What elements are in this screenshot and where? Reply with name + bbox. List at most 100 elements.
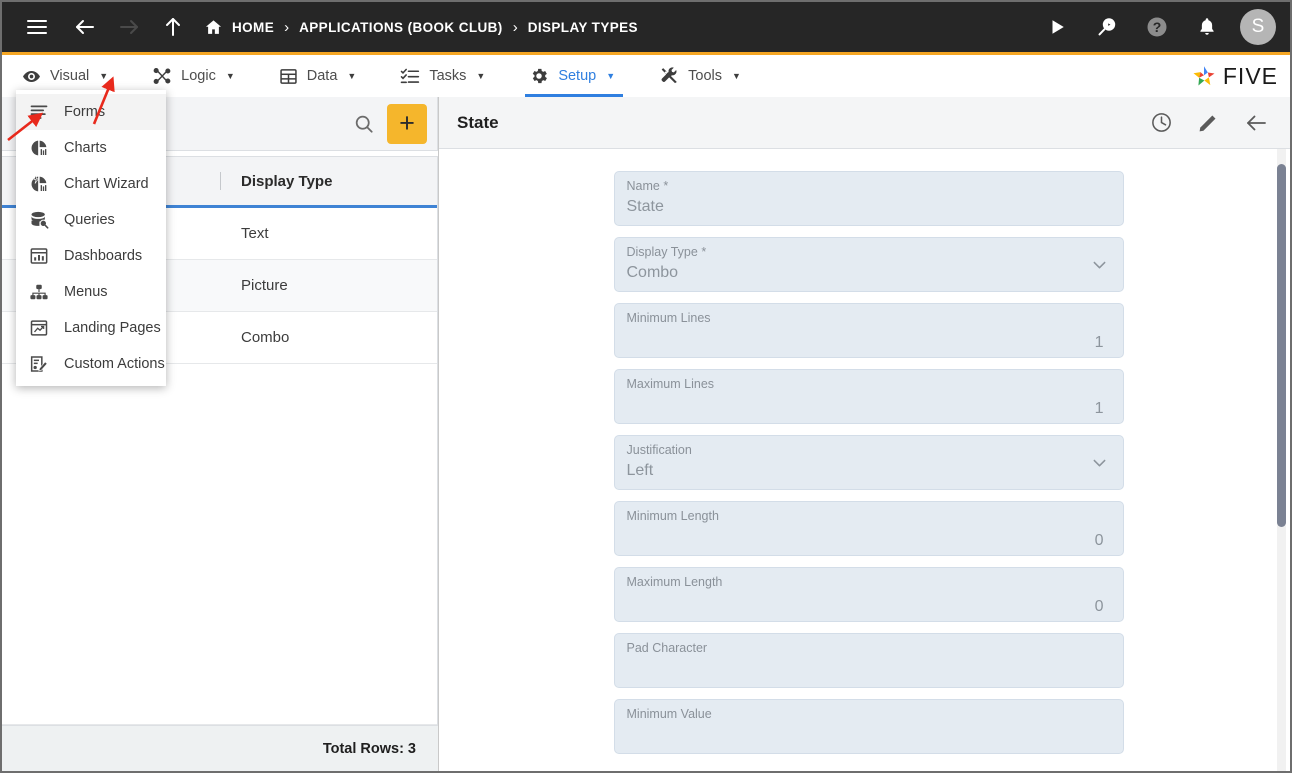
back-arrow-icon[interactable] [1244, 111, 1268, 135]
visual-dropdown-menu: Forms Charts Chart Wizard Queries Dashbo [16, 90, 166, 386]
grid-empty-area [2, 364, 437, 725]
field-name[interactable]: Name * State [613, 171, 1124, 226]
history-icon[interactable] [1150, 111, 1173, 134]
application-menu-bar: Visual ▼ Logic ▼ Data ▼ Tasks ▼ Setup ▼ … [2, 52, 1290, 97]
chevron-down-icon-display-type[interactable] [1090, 255, 1109, 279]
search-play-icon[interactable] [1090, 10, 1124, 44]
field-label-maximum-length: Maximum Length [626, 575, 723, 589]
breadcrumb-item-applications[interactable]: APPLICATIONS (BOOK CLUB) [299, 20, 503, 35]
menu-item-label-data: Data [306, 68, 338, 84]
field-pad-character[interactable]: Pad Character [613, 633, 1124, 688]
menu-item-setup[interactable]: Setup ▼ [525, 55, 633, 97]
dropdown-label-queries: Queries [64, 212, 115, 228]
field-value-name: State [626, 197, 664, 215]
record-detail-panel: State Name * State Display Type * Combo … [439, 97, 1290, 771]
field-value-maximum-lines: 1 [1094, 399, 1104, 417]
field-display-type[interactable]: Display Type * Combo [613, 237, 1124, 292]
field-label-minimum-lines: Minimum Lines [626, 311, 711, 325]
field-label-minimum-value: Minimum Value [626, 707, 712, 721]
breadcrumb-label-display-types: DISPLAY TYPES [527, 19, 638, 35]
total-rows-label: Total Rows: 3 [322, 740, 416, 757]
grid-header-col-display-type[interactable]: Display Type [221, 157, 437, 205]
dropdown-item-forms[interactable]: Forms [16, 94, 166, 130]
grid-footer: Total Rows: 3 [2, 725, 438, 771]
main-content-area: + Display Type Text Picture Combo Total … [2, 97, 1290, 771]
field-value-maximum-length: 0 [1094, 597, 1104, 615]
field-label-pad-character: Pad Character [626, 641, 708, 655]
form-scrollbar-track[interactable] [1277, 149, 1286, 771]
dropdown-item-chart-wizard[interactable]: Chart Wizard [16, 166, 166, 202]
field-maximum-length[interactable]: Maximum Length 0 [613, 567, 1124, 622]
breadcrumb-separator: › [284, 18, 290, 36]
record-header-actions [1150, 111, 1268, 135]
chevron-down-icon-justification[interactable] [1090, 453, 1109, 477]
field-value-minimum-lines: 1 [1094, 333, 1104, 351]
app-window: HOME › APPLICATIONS (BOOK CLUB) › DISPLA… [0, 0, 1292, 773]
menu-item-label-visual: Visual [50, 68, 90, 84]
back-arrow-icon[interactable] [68, 10, 102, 44]
dropdown-label-dashboards: Dashboards [64, 248, 143, 264]
table-cell-display-type: Combo [241, 329, 290, 346]
field-label-name: Name * [626, 179, 669, 193]
dropdown-item-queries[interactable]: Queries [16, 202, 166, 238]
field-justification[interactable]: Justification Left [613, 435, 1124, 490]
chevron-down-icon-tasks: ▼ [476, 71, 486, 81]
menu-item-label-tasks: Tasks [429, 68, 467, 84]
chevron-down-icon-visual: ▼ [99, 71, 109, 81]
pie-chart-icon [28, 137, 50, 159]
table-cell-display-type: Picture [241, 277, 288, 294]
top-bar-actions: ? S [1040, 9, 1276, 45]
dropdown-label-chart-wizard: Chart Wizard [64, 176, 149, 192]
chevron-down-icon-setup: ▼ [606, 71, 616, 81]
breadcrumb-label-home: HOME [232, 19, 275, 35]
forward-arrow-icon[interactable] [112, 10, 146, 44]
dropdown-item-landing-pages[interactable]: Landing Pages [16, 310, 166, 346]
dropdown-item-dashboards[interactable]: Dashboards [16, 238, 166, 274]
search-icon[interactable] [353, 113, 375, 135]
edit-pencil-icon[interactable] [1197, 111, 1220, 134]
dashboard-icon [28, 245, 50, 267]
breadcrumb-separator-2: › [512, 18, 518, 36]
field-minimum-value[interactable]: Minimum Value [613, 699, 1124, 754]
form-scrollbar-thumb[interactable] [1277, 164, 1286, 527]
breadcrumb-item-display-types[interactable]: DISPLAY TYPES [528, 20, 638, 35]
breadcrumb-item-home[interactable]: HOME [204, 18, 274, 37]
table-cell-display-type: Text [241, 225, 269, 242]
up-arrow-icon[interactable] [156, 10, 190, 44]
tasks-checklist-icon [400, 66, 420, 86]
five-logo-mark [1190, 62, 1218, 90]
tools-wrench-icon [659, 66, 679, 86]
field-minimum-lines[interactable]: Minimum Lines 1 [613, 303, 1124, 358]
dropdown-item-charts[interactable]: Charts [16, 130, 166, 166]
dropdown-label-menus: Menus [64, 284, 108, 300]
home-icon [204, 18, 223, 37]
help-icon[interactable]: ? [1140, 10, 1174, 44]
dropdown-item-custom-actions[interactable]: Custom Actions [16, 346, 166, 382]
dropdown-item-menus[interactable]: Menus [16, 274, 166, 310]
menu-tree-icon [28, 281, 50, 303]
dropdown-label-forms: Forms [64, 104, 106, 120]
logic-nodes-icon [152, 66, 172, 86]
chart-wizard-icon [28, 173, 50, 195]
menu-item-tools[interactable]: Tools ▼ [655, 55, 759, 97]
field-value-minimum-length: 0 [1094, 531, 1104, 549]
bell-icon[interactable] [1190, 10, 1224, 44]
hamburger-icon[interactable] [20, 10, 54, 44]
menu-item-data[interactable]: Data ▼ [275, 55, 375, 97]
field-label-minimum-length: Minimum Length [626, 509, 719, 523]
play-icon[interactable] [1040, 10, 1074, 44]
landing-page-icon [28, 317, 50, 339]
menu-item-label-setup: Setup [558, 68, 597, 84]
record-header: State [439, 97, 1290, 149]
field-value-display-type: Combo [626, 263, 679, 281]
menu-item-tasks[interactable]: Tasks ▼ [396, 55, 503, 97]
top-navigation-bar: HOME › APPLICATIONS (BOOK CLUB) › DISPLA… [2, 2, 1290, 52]
menu-item-label-logic: Logic [181, 68, 216, 84]
field-minimum-length[interactable]: Minimum Length 0 [613, 501, 1124, 556]
gear-icon [529, 66, 549, 86]
field-maximum-lines[interactable]: Maximum Lines 1 [613, 369, 1124, 424]
avatar[interactable]: S [1240, 9, 1276, 45]
add-record-button[interactable]: + [387, 103, 427, 144]
five-logo-text: FIVE [1222, 62, 1278, 89]
chevron-down-icon-tools: ▼ [732, 71, 741, 81]
